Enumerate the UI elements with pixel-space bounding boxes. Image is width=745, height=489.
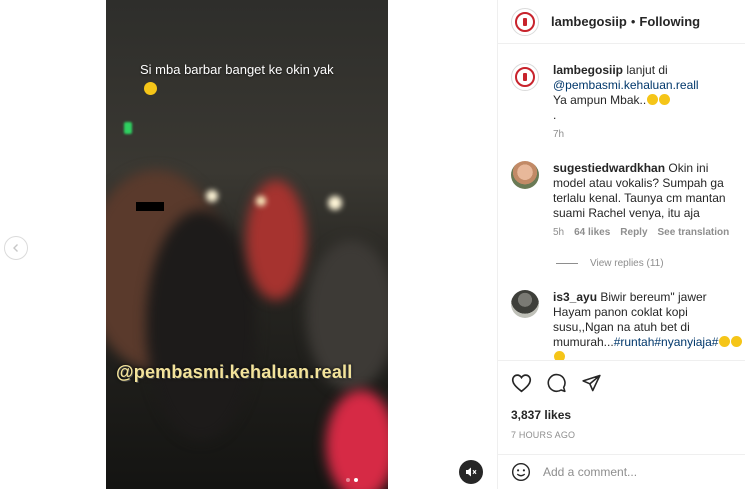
hashtag-links[interactable]: #runtah#nyanyiaja# [614,335,719,349]
video-crowd-shape [146,210,256,440]
comment-username[interactable]: lambegosiip [553,63,623,77]
comment-bubble-icon[interactable] [546,373,567,393]
crying-emoji-icon [647,94,659,105]
chevron-left-icon [13,244,18,252]
comment-likes[interactable]: 64 likes [574,227,610,238]
mention-link[interactable]: @pembasmi.kehaluan.reall [553,78,699,92]
caption-comment: lambegosiip lanjut di @pembasmi.kehaluan… [511,63,743,140]
separator: • [630,14,636,29]
comment-username[interactable]: sugestiedwardkhan [553,161,665,175]
avatar[interactable] [511,290,539,318]
post-timestamp: 7 HOURS AGO [511,430,576,440]
carousel-dot-active [354,478,358,482]
divider [556,263,578,264]
video-crowd-shape [326,390,388,489]
hand-emoji-icon [719,336,731,347]
smiley-emoji-icon [731,336,743,347]
post-side-panel: lambegosiip • Following lambegosiip lanj… [497,0,745,489]
comment-time: 7h [553,129,565,140]
video-watermark: @pembasmi.kehaluan.reall [116,362,353,382]
avatar[interactable] [511,63,539,91]
video-light [124,122,132,134]
comment-meta: 7h [553,129,743,140]
following-button[interactable]: Following [639,14,700,29]
smiley-emoji-icon [554,351,565,360]
mute-button[interactable] [459,460,483,484]
comment-text: is3_ayu Biwir bereum" jawer Hayam panon … [553,290,743,360]
action-icons [498,361,745,399]
list-item: sugestiedwardkhan Okin ini model atau vo… [511,161,743,238]
avatar[interactable] [511,7,539,36]
video-light [206,190,218,202]
heart-icon[interactable] [511,373,532,393]
censor-bar [136,202,164,211]
smiley-emoji-icon [144,82,157,95]
post-header: lambegosiip • Following [498,0,745,44]
avatar[interactable] [511,161,539,189]
speaker-muted-icon [466,467,477,477]
paper-plane-icon[interactable] [581,373,602,393]
post-video[interactable]: Si mba barbar banget ke okin yak @pembas… [106,0,388,489]
see-translation-button[interactable]: See translation [658,227,730,238]
carousel-dot [346,478,350,482]
video-light [328,196,342,210]
crying-emoji-icon [659,94,671,105]
smiley-icon[interactable] [511,462,531,482]
view-replies-button[interactable]: View replies (11) [556,258,664,269]
brand-logo-icon [515,67,535,87]
comment-text: lambegosiip lanjut di @pembasmi.kehaluan… [553,63,699,122]
comment-username[interactable]: is3_ayu [553,290,597,304]
comment-text: sugestiedwardkhan Okin ini model atau vo… [553,161,726,220]
post-actions: 3,837 likes 7 HOURS AGO [498,360,745,440]
like-count[interactable]: 3,837 likes [498,399,745,422]
video-overlay-caption: Si mba barbar banget ke okin yak [140,60,340,98]
carousel-dots [346,478,358,482]
video-light [256,196,266,206]
comment-meta: 5h 64 likes Reply See translation [553,227,743,238]
video-crowd-shape [246,180,306,300]
brand-logo-icon [515,11,535,32]
reply-button[interactable]: Reply [620,227,647,238]
comment-time: 5h [553,227,565,238]
comment-input[interactable] [543,465,723,479]
previous-post-button[interactable] [4,236,28,260]
post-username[interactable]: lambegosiip [551,14,627,29]
list-item: is3_ayu Biwir bereum" jawer Hayam panon … [511,290,743,360]
comments-list[interactable]: lambegosiip lanjut di @pembasmi.kehaluan… [498,45,745,360]
comment-composer [498,454,745,489]
